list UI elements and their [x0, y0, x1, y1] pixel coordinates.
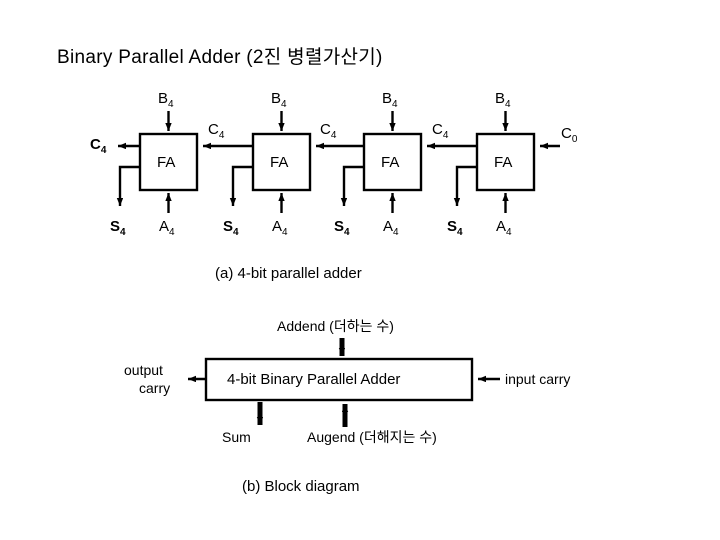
- figure-b-wiring: [188, 338, 500, 427]
- augend-label: Augend (더해지는 수): [307, 429, 437, 445]
- input-carry-label: input carry: [505, 371, 571, 387]
- addend-label: Addend (더하는 수): [277, 318, 394, 334]
- block-adder-label: 4-bit Binary Parallel Adder: [227, 371, 401, 388]
- sum-label: Sum: [222, 429, 251, 445]
- slide-canvas: Binary Parallel Adder (2진 병렬가산기) FA FA F…: [0, 0, 720, 540]
- figure-b-caption: (b) Block diagram: [242, 478, 360, 495]
- output-carry-label-line1: output: [124, 362, 163, 378]
- output-carry-label-line2: carry: [139, 380, 171, 396]
